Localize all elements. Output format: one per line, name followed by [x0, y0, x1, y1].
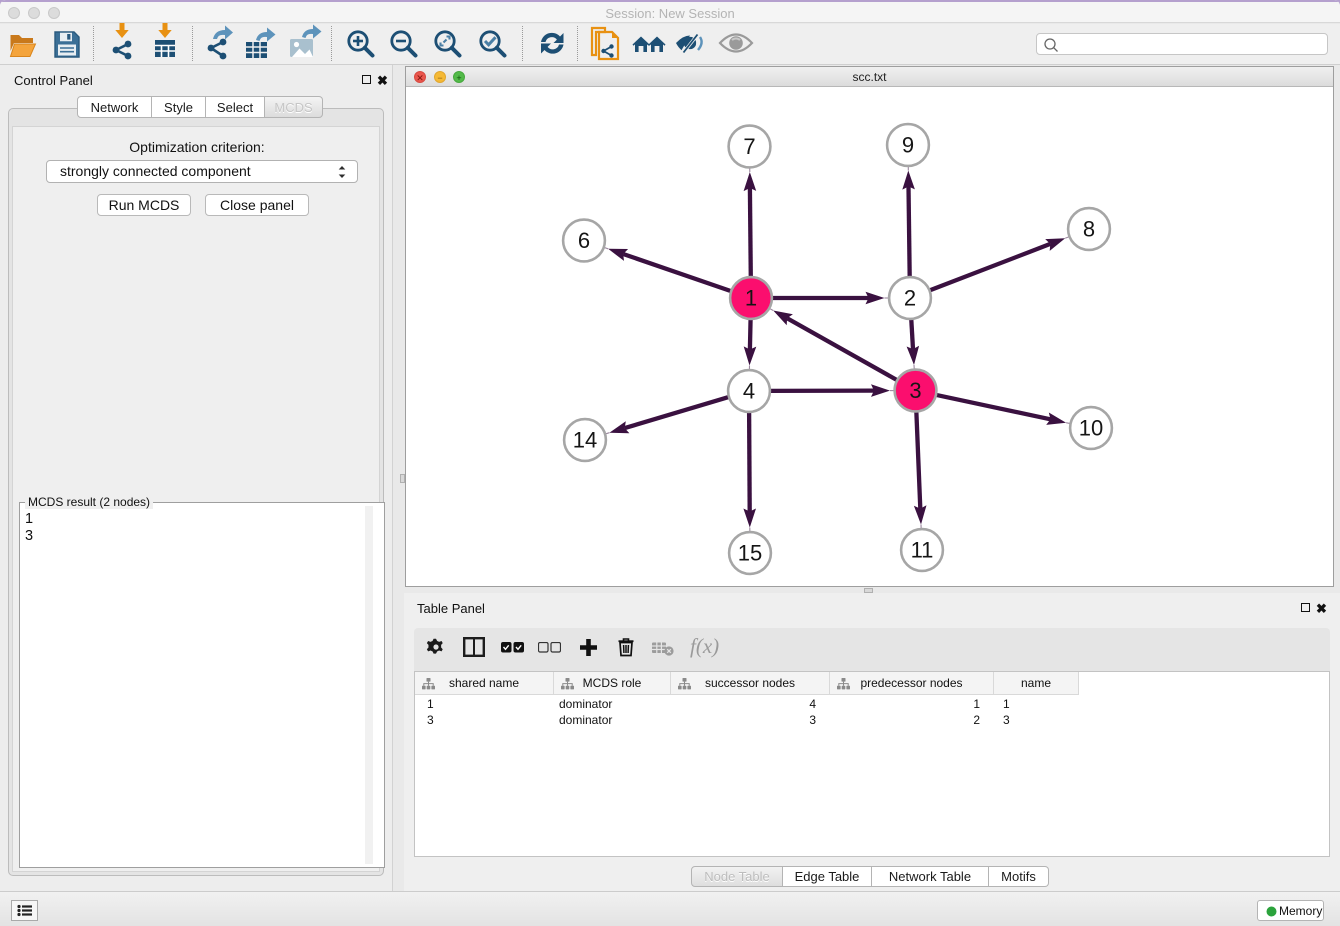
svg-text:6: 6 — [578, 228, 590, 253]
svg-text:10: 10 — [1079, 416, 1103, 441]
svg-text:1: 1 — [745, 286, 757, 311]
svg-text:8: 8 — [1083, 217, 1095, 242]
svg-text:3: 3 — [909, 378, 921, 403]
svg-text:7: 7 — [743, 134, 755, 159]
svg-text:15: 15 — [738, 541, 762, 566]
svg-text:9: 9 — [902, 133, 914, 158]
svg-text:2: 2 — [904, 286, 916, 311]
svg-text:4: 4 — [743, 379, 755, 404]
svg-text:14: 14 — [573, 428, 597, 453]
svg-text:11: 11 — [911, 538, 934, 563]
